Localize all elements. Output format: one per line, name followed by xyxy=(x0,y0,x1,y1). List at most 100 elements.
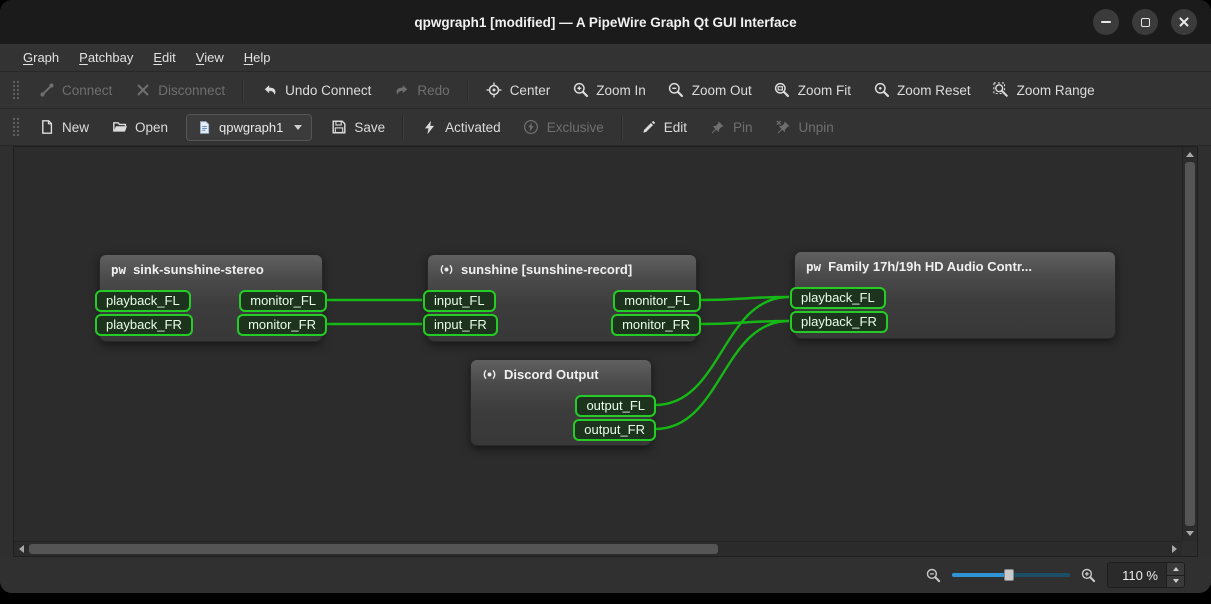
menu-view[interactable]: View xyxy=(187,46,233,69)
lightning-icon xyxy=(421,119,438,136)
toolbar-drag-handle[interactable] xyxy=(11,79,19,101)
pin-button: Pin xyxy=(699,113,763,142)
arrow-down-icon xyxy=(1173,579,1179,583)
zoom-spinbox[interactable]: 110 % xyxy=(1107,562,1185,588)
port-input_FL[interactable]: input_FL xyxy=(423,290,496,312)
port-output_FR[interactable]: output_FR xyxy=(573,419,656,441)
zoom-slider-fill xyxy=(952,573,1009,577)
center-button[interactable]: Center xyxy=(476,76,561,105)
vertical-scrollbar-handle[interactable] xyxy=(1185,162,1195,526)
menu-edit[interactable]: Edit xyxy=(144,46,184,69)
unpin-button: Unpin xyxy=(765,113,844,142)
graph-canvas[interactable]: pwsink-sunshine-stereoplayback_FLplaybac… xyxy=(14,147,1182,541)
patchbay-profile-combo[interactable]: qpwgraph1 xyxy=(186,114,312,141)
scroll-up-button[interactable] xyxy=(1182,147,1197,162)
activated-toggle[interactable]: Activated xyxy=(411,113,511,142)
zoom-slider-thumb[interactable] xyxy=(1004,569,1014,581)
unpin-icon xyxy=(775,119,792,136)
zoom-range-button[interactable]: Zoom Range xyxy=(983,76,1105,105)
port-monitor_FL[interactable]: monitor_FL xyxy=(613,290,701,312)
patchbay-file-icon xyxy=(196,119,213,136)
arrow-down-icon xyxy=(1186,531,1194,536)
close-button[interactable] xyxy=(1171,9,1197,35)
exclusive-lightning-icon xyxy=(523,119,540,136)
undo-icon xyxy=(261,82,278,99)
vertical-scrollbar[interactable] xyxy=(1182,147,1197,541)
zoom-in-button[interactable]: Zoom In xyxy=(562,76,656,105)
menu-help[interactable]: Help xyxy=(235,46,280,69)
minimize-button[interactable] xyxy=(1093,9,1119,35)
zoom-fit-icon xyxy=(774,82,791,99)
app-window: qpwgraph1 [modified] — A PipeWire Graph … xyxy=(0,0,1211,593)
close-icon xyxy=(1178,16,1190,28)
zoom-in-icon[interactable] xyxy=(1081,568,1096,583)
horizontal-scrollbar-handle[interactable] xyxy=(29,544,718,554)
graph-node-discord[interactable]: Discord Outputoutput_FLoutput_FR xyxy=(470,359,652,446)
window-title: qpwgraph1 [modified] — A PipeWire Graph … xyxy=(414,15,796,30)
zoom-in-icon xyxy=(572,82,589,99)
undo-connect-button[interactable]: Undo Connect xyxy=(251,76,381,105)
maximize-icon xyxy=(1141,18,1150,27)
zoom-slider[interactable] xyxy=(952,567,1070,583)
window-controls xyxy=(1093,0,1197,44)
node-title: sunshine [sunshine-record] xyxy=(428,255,696,277)
zoom-fit-button[interactable]: Zoom Fit xyxy=(764,76,861,105)
port-monitor_FL[interactable]: monitor_FL xyxy=(239,290,327,312)
scroll-down-button[interactable] xyxy=(1182,526,1197,541)
menu-graph[interactable]: Graph xyxy=(14,46,68,69)
edit-toggle[interactable]: Edit xyxy=(630,113,697,142)
minimize-icon xyxy=(1101,21,1111,23)
maximize-button[interactable] xyxy=(1132,9,1158,35)
port-output_FL[interactable]: output_FL xyxy=(575,395,656,417)
zoom-out-button[interactable]: Zoom Out xyxy=(658,76,762,105)
disconnect-button: Disconnect xyxy=(124,76,235,105)
toolbar-patchbay: New Open qpwgraph1 Save Activated Exclus… xyxy=(0,109,1211,146)
graph-node-family[interactable]: pwFamily 17h/19h HD Audio Contr...playba… xyxy=(794,251,1116,339)
graph-node-sink[interactable]: pwsink-sunshine-stereoplayback_FLplaybac… xyxy=(99,254,323,342)
save-icon xyxy=(330,119,347,136)
port-monitor_FR[interactable]: monitor_FR xyxy=(611,314,701,336)
port-playback_FR[interactable]: playback_FR xyxy=(95,314,193,336)
graph-node-sunshine[interactable]: sunshine [sunshine-record]input_FLinput_… xyxy=(427,254,697,342)
open-button[interactable]: Open xyxy=(101,113,178,142)
zoom-out-icon[interactable] xyxy=(926,568,941,583)
zoom-reset-button[interactable]: Zoom Reset xyxy=(863,76,981,105)
port-monitor_FR[interactable]: monitor_FR xyxy=(237,314,327,336)
menu-patchbay[interactable]: Patchbay xyxy=(70,46,142,69)
zoom-out-icon xyxy=(668,82,685,99)
toolbar-main: Connect Disconnect Undo Connect Redo Cen… xyxy=(0,72,1211,109)
pin-icon xyxy=(709,119,726,136)
new-button[interactable]: New xyxy=(28,113,99,142)
scroll-left-button[interactable] xyxy=(14,541,29,556)
port-input_FR[interactable]: input_FR xyxy=(423,314,498,336)
zoom-range-icon xyxy=(993,82,1010,99)
titlebar[interactable]: qpwgraph1 [modified] — A PipeWire Graph … xyxy=(0,0,1211,44)
zoom-spin-up-button[interactable] xyxy=(1167,563,1184,576)
new-file-icon xyxy=(38,119,55,136)
zoom-spin-down-button[interactable] xyxy=(1167,576,1184,588)
zoom-spin-buttons xyxy=(1166,563,1184,587)
toolbar-drag-handle[interactable] xyxy=(11,116,19,138)
pipewire-icon: pw xyxy=(111,262,126,277)
port-playback_FL[interactable]: playback_FL xyxy=(790,287,886,309)
scrollbar-corner xyxy=(1182,541,1197,556)
pencil-icon xyxy=(640,119,657,136)
port-playback_FR[interactable]: playback_FR xyxy=(790,311,888,333)
graph-view: pwsink-sunshine-stereoplayback_FLplaybac… xyxy=(13,146,1198,557)
redo-button: Redo xyxy=(383,76,459,105)
node-title: pwFamily 17h/19h HD Audio Contr... xyxy=(795,252,1115,274)
connect-icon xyxy=(38,82,55,99)
toolbar-separator xyxy=(467,79,469,102)
node-title: Discord Output xyxy=(471,360,651,382)
exclusive-toggle: Exclusive xyxy=(513,113,614,142)
arrow-right-icon xyxy=(1172,545,1177,553)
menubar: Graph Patchbay Edit View Help xyxy=(0,44,1211,72)
scroll-right-button[interactable] xyxy=(1167,541,1182,556)
horizontal-scrollbar[interactable] xyxy=(14,541,1182,556)
arrow-up-icon xyxy=(1186,152,1194,157)
save-button[interactable]: Save xyxy=(320,113,395,142)
connection-curves[interactable] xyxy=(14,147,1182,541)
port-playback_FL[interactable]: playback_FL xyxy=(95,290,191,312)
disconnect-icon xyxy=(134,82,151,99)
open-folder-icon xyxy=(111,119,128,136)
